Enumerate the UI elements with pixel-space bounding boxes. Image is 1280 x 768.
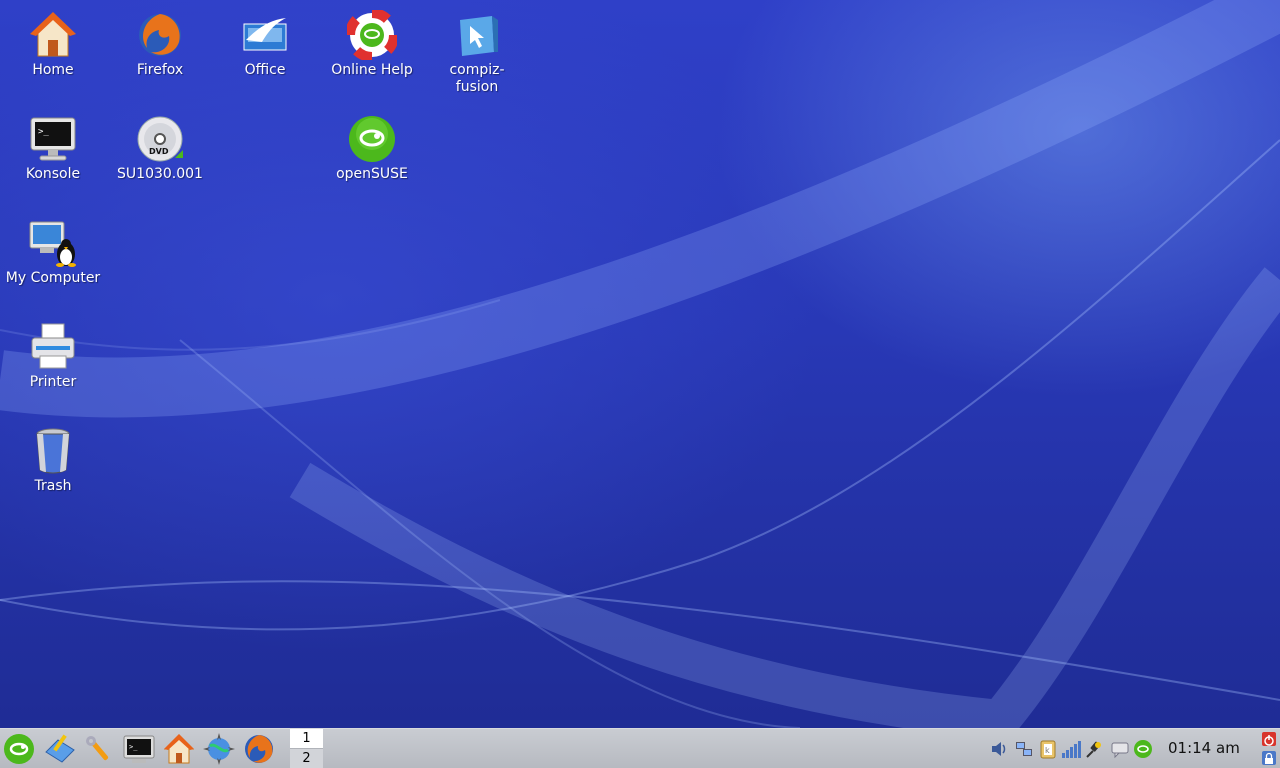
firefox-icon[interactable] bbox=[242, 732, 276, 766]
speaker-icon[interactable] bbox=[990, 739, 1010, 759]
icon-label: Firefox bbox=[136, 62, 184, 78]
desktop-icon-printer[interactable]: Printer bbox=[1, 314, 105, 391]
desktop-icon-compiz-fusion[interactable]: compiz-fusion bbox=[425, 2, 529, 96]
desktop-icon-opensuse[interactable]: openSUSE bbox=[320, 106, 424, 183]
wrench-icon[interactable] bbox=[82, 732, 116, 766]
desktop-icon-my-computer[interactable]: My Computer bbox=[1, 210, 105, 287]
clock[interactable]: 01:14 am bbox=[1168, 739, 1240, 757]
terminal-icon[interactable]: >_ bbox=[122, 732, 156, 766]
taskbar: >_ 1 2 k 01:14 am bbox=[0, 728, 1280, 768]
trash-icon bbox=[28, 426, 78, 476]
printer-icon bbox=[28, 322, 78, 372]
logout-icon[interactable] bbox=[1262, 732, 1276, 746]
desktop-icon-dvd[interactable]: DVD SU1030.001 bbox=[108, 106, 212, 183]
pager-desktop-2[interactable]: 2 bbox=[290, 749, 323, 768]
desktop-icon-home[interactable]: Home bbox=[1, 2, 105, 79]
icon-label: Home bbox=[32, 62, 74, 78]
icon-label: SU1030.001 bbox=[117, 166, 203, 182]
desktop[interactable]: Home Firefox Office Online Help compiz- … bbox=[0, 0, 1280, 728]
opensuse-logo-icon bbox=[347, 114, 397, 164]
lifebuoy-help-icon bbox=[345, 8, 399, 62]
icon-label: compiz-fusion bbox=[449, 62, 505, 95]
home-folder-icon bbox=[28, 10, 78, 60]
power-plug-icon[interactable] bbox=[1084, 739, 1104, 759]
terminal-monitor-icon: >_ bbox=[28, 114, 78, 164]
desktop-icon-konsole[interactable]: >_ Konsole bbox=[1, 106, 105, 183]
icon-label: Konsole bbox=[25, 166, 81, 182]
dvd-icon: DVD bbox=[135, 114, 185, 164]
icon-label: Trash bbox=[34, 478, 72, 494]
icon-label: Office bbox=[244, 62, 286, 78]
desktop-icon-firefox[interactable]: Firefox bbox=[108, 2, 212, 79]
kmail-globe-icon[interactable] bbox=[202, 732, 236, 766]
desktop-icon-online-help[interactable]: Online Help bbox=[320, 2, 424, 79]
chat-icon[interactable] bbox=[1110, 739, 1130, 759]
icon-label: openSUSE bbox=[336, 166, 408, 182]
computer-tux-icon bbox=[28, 218, 78, 268]
icon-label: My Computer bbox=[5, 270, 101, 286]
svg-text:>_: >_ bbox=[38, 127, 49, 137]
icon-label: Online Help bbox=[331, 62, 413, 78]
home-icon[interactable] bbox=[162, 732, 196, 766]
icon-label: Printer bbox=[29, 374, 77, 390]
svg-text:DVD: DVD bbox=[149, 147, 169, 156]
svg-text:>_: >_ bbox=[129, 743, 138, 751]
compiz-cube-icon bbox=[452, 10, 502, 60]
desktop-icon-trash[interactable]: Trash bbox=[1, 418, 105, 495]
office-icon bbox=[240, 10, 290, 60]
firefox-icon bbox=[135, 10, 185, 60]
svg-text:k: k bbox=[1045, 746, 1050, 755]
opensuse-updater-icon[interactable] bbox=[1133, 739, 1153, 759]
lock-icon[interactable] bbox=[1262, 751, 1276, 765]
opensuse-menu-icon[interactable] bbox=[2, 732, 36, 766]
office-writer-icon[interactable] bbox=[42, 732, 76, 766]
network-manager-icon[interactable] bbox=[1014, 739, 1034, 759]
signal-bars-icon[interactable] bbox=[1061, 739, 1081, 759]
desktop-icon-office[interactable]: Office bbox=[213, 2, 317, 79]
desktop-pager: 1 2 bbox=[290, 729, 323, 768]
klipper-icon[interactable]: k bbox=[1038, 739, 1058, 759]
pager-desktop-1[interactable]: 1 bbox=[290, 729, 323, 749]
